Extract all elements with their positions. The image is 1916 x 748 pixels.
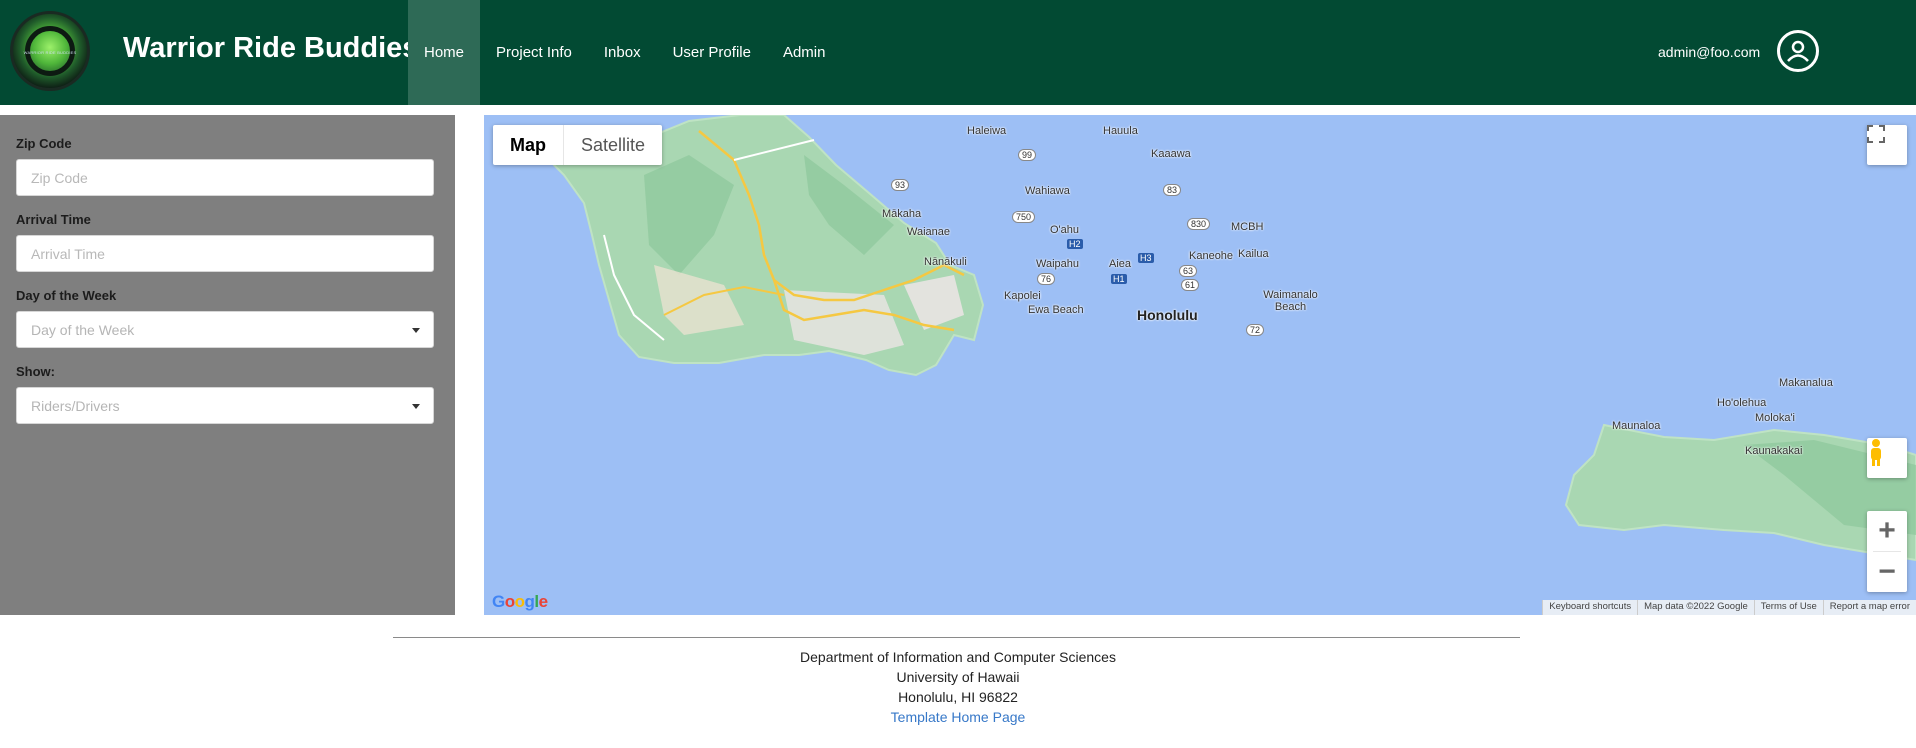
place-label: Waipahu xyxy=(1036,258,1080,270)
place-label: Maunaloa xyxy=(1612,420,1661,432)
pegman-icon xyxy=(1871,439,1881,466)
route-shield: H3 xyxy=(1138,253,1154,263)
route-shield: 83 xyxy=(1163,184,1182,196)
place-label: Makanalua xyxy=(1779,377,1833,389)
place-label: Wahiawa xyxy=(1025,185,1070,197)
keyboard-shortcuts-link[interactable]: Keyboard shortcuts xyxy=(1542,600,1637,615)
zip-code-field[interactable] xyxy=(16,159,434,196)
place-label: Moloka'i xyxy=(1755,412,1796,424)
footer-address: Honolulu, HI 96822 xyxy=(898,689,1018,705)
filter-sidebar: Zip Code Arrival Time Day of the Week Da… xyxy=(0,115,455,615)
report-map-error-link[interactable]: Report a map error xyxy=(1822,600,1916,615)
fullscreen-icon xyxy=(1867,125,1885,143)
route-shield: 61 xyxy=(1181,279,1200,291)
navbar: WARRIOR RIDE BUDDIES Warrior Ride Buddie… xyxy=(0,0,1916,105)
google-map[interactable]: Map Satellite + − Haleiwa Hauula Kaaawa … xyxy=(484,115,1916,615)
route-shield: 76 xyxy=(1037,273,1056,285)
place-label: Kapolei xyxy=(1004,290,1041,302)
place-label-honolulu: Honolulu xyxy=(1137,307,1198,323)
place-label: Aiea xyxy=(1109,258,1132,270)
zoom-control: + − xyxy=(1867,511,1907,592)
map-type-map-button[interactable]: Map xyxy=(493,125,564,165)
place-label: Kaunakakai xyxy=(1745,445,1803,457)
arrival-time-input[interactable] xyxy=(31,245,419,262)
google-logo[interactable]: Google xyxy=(492,592,548,612)
terms-of-use-link[interactable]: Terms of Use xyxy=(1753,600,1823,615)
nav-admin[interactable]: Admin xyxy=(767,0,842,105)
show-label: Show: xyxy=(16,364,55,379)
dropdown-caret-icon xyxy=(412,328,420,333)
route-shield: 99 xyxy=(1018,149,1037,161)
place-label: Haleiwa xyxy=(967,125,1007,137)
day-of-week-label: Day of the Week xyxy=(16,288,117,303)
user-email[interactable]: admin@foo.com xyxy=(1658,44,1760,60)
place-label: Kaneohe xyxy=(1189,250,1234,262)
zip-code-label: Zip Code xyxy=(16,136,72,151)
brand-title[interactable]: Warrior Ride Buddies xyxy=(123,32,418,65)
zoom-in-button[interactable]: + xyxy=(1867,511,1907,551)
route-shield: 750 xyxy=(1012,211,1036,223)
footer-university: University of Hawaii xyxy=(896,669,1020,685)
map-attribution: Keyboard shortcuts Map data ©2022 Google… xyxy=(1542,600,1916,615)
place-label: O'ahu xyxy=(1050,224,1080,236)
place-label: Hauula xyxy=(1103,125,1138,137)
template-home-link[interactable]: Template Home Page xyxy=(891,709,1026,725)
nav-user-profile[interactable]: User Profile xyxy=(657,0,767,105)
nav-inbox[interactable]: Inbox xyxy=(588,0,657,105)
dropdown-caret-icon xyxy=(412,404,420,409)
footer-divider xyxy=(393,637,1520,638)
place-label: Nānākuli xyxy=(924,256,967,268)
show-placeholder: Riders/Drivers xyxy=(31,397,120,414)
app-logo[interactable]: WARRIOR RIDE BUDDIES xyxy=(10,11,90,91)
fullscreen-button[interactable] xyxy=(1867,125,1907,165)
route-shield: 93 xyxy=(891,179,910,191)
place-label: Waianae xyxy=(907,226,951,238)
route-shield: H1 xyxy=(1111,274,1127,284)
nav-home[interactable]: Home xyxy=(408,0,481,105)
zip-code-input[interactable] xyxy=(31,169,419,186)
map-type-satellite-button[interactable]: Satellite xyxy=(564,125,662,165)
map-type-control: Map Satellite xyxy=(493,125,663,165)
logo-text: WARRIOR RIDE BUDDIES xyxy=(23,50,77,55)
nav-project-info[interactable]: Project Info xyxy=(480,0,588,105)
show-select[interactable]: Riders/Drivers xyxy=(16,387,434,424)
place-label: Kaaawa xyxy=(1151,148,1191,160)
route-shield: 72 xyxy=(1246,324,1265,336)
place-label: Waimanalo Beach xyxy=(1263,289,1318,313)
map-terrain xyxy=(542,115,1916,562)
place-label: Kailua xyxy=(1238,248,1269,260)
user-avatar-icon[interactable] xyxy=(1777,30,1819,72)
footer-department: Department of Information and Computer S… xyxy=(800,649,1116,665)
route-shield: 63 xyxy=(1179,265,1198,277)
place-label: Ho'olehua xyxy=(1717,397,1767,409)
street-view-pegman-button[interactable] xyxy=(1867,438,1907,478)
route-shield: H2 xyxy=(1067,239,1083,249)
main-nav: Home Project Info Inbox User Profile Adm… xyxy=(408,0,841,105)
day-of-week-placeholder: Day of the Week xyxy=(31,321,135,338)
footer: Department of Information and Computer S… xyxy=(0,647,1916,727)
place-label: Mākaha xyxy=(882,208,922,220)
arrival-time-label: Arrival Time xyxy=(16,212,91,227)
day-of-week-select[interactable]: Day of the Week xyxy=(16,311,434,348)
arrival-time-field[interactable] xyxy=(16,235,434,272)
place-label: Ewa Beach xyxy=(1028,304,1084,316)
route-shield: 830 xyxy=(1187,218,1211,230)
zoom-out-button[interactable]: − xyxy=(1867,552,1907,592)
map-data-text: Map data ©2022 Google xyxy=(1637,600,1754,615)
place-label: MCBH xyxy=(1231,221,1264,233)
